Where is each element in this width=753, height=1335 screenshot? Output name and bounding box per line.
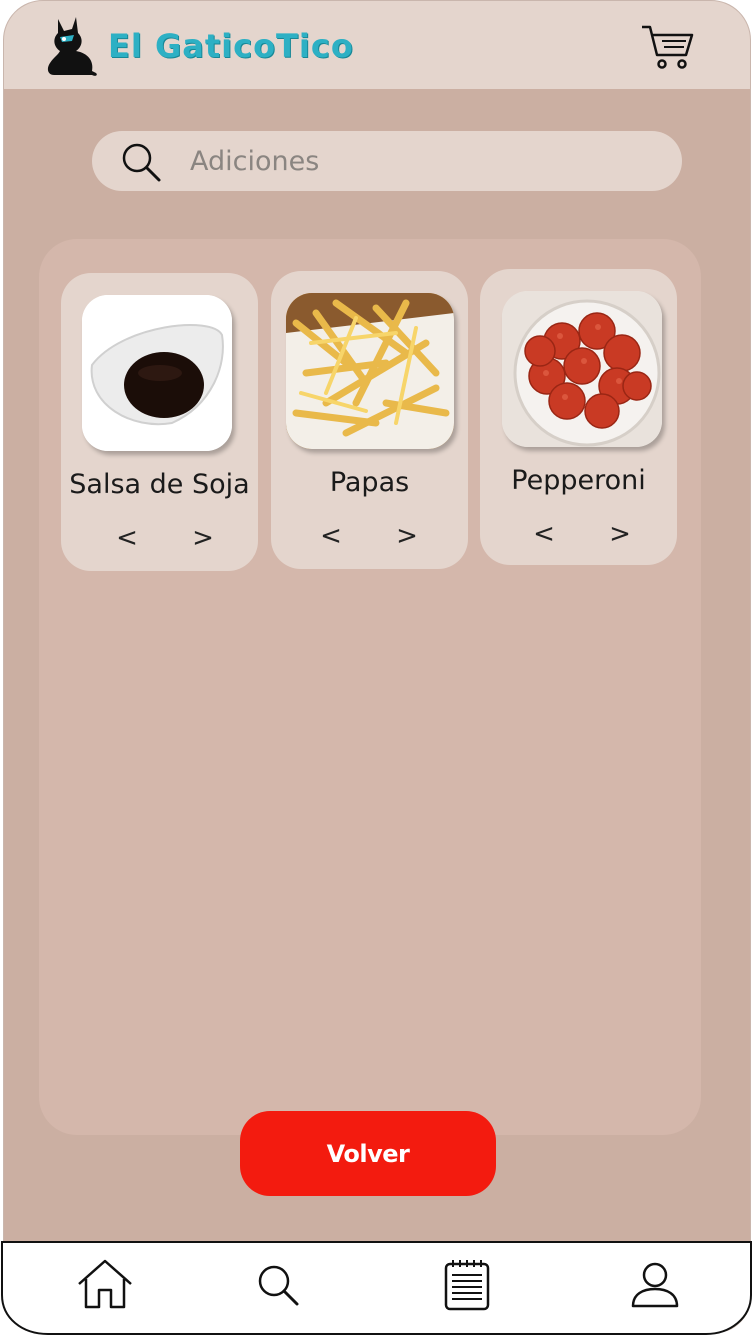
search-icon [258, 1265, 299, 1306]
product-name: Pepperoni [511, 465, 646, 496]
cat-logo-icon [47, 17, 97, 76]
product-card-salsa-de-soja[interactable]: Salsa de Soja < > [61, 273, 258, 571]
brand-logo[interactable]: El GaticoTico [44, 15, 354, 77]
product-card-pepperoni[interactable]: Pepperoni < > [480, 269, 677, 565]
back-button[interactable]: Volver [240, 1111, 496, 1196]
decrease-button[interactable]: < [526, 517, 562, 551]
products-panel: Salsa de Soja < > Papas < > Pepperoni < … [39, 239, 701, 1135]
app-header: El GaticoTico [4, 1, 750, 89]
decrease-button[interactable]: < [109, 521, 145, 555]
home-icon [78, 1259, 132, 1309]
product-card-papas[interactable]: Papas < > [271, 271, 468, 569]
user-icon [631, 1262, 679, 1308]
cart-icon[interactable] [640, 23, 696, 71]
decrease-button[interactable]: < [313, 519, 349, 553]
nav-profile[interactable] [628, 1260, 688, 1316]
phone-frame: El GaticoTico Salsa [3, 0, 751, 1333]
fries-image [286, 293, 454, 449]
increase-button[interactable]: > [389, 519, 425, 553]
increase-button[interactable]: > [602, 517, 638, 551]
soy-sauce-image [82, 295, 232, 451]
pepperoni-image [502, 291, 662, 447]
product-name: Salsa de Soja [69, 469, 250, 500]
brand-name: El GaticoTico [108, 27, 354, 65]
product-name: Papas [329, 467, 410, 498]
nav-search[interactable] [255, 1262, 315, 1318]
search-bar[interactable] [92, 131, 682, 191]
notepad-icon [444, 1260, 490, 1311]
search-icon [122, 143, 161, 182]
nav-home[interactable] [75, 1258, 135, 1314]
search-input[interactable] [190, 141, 650, 181]
nav-orders[interactable] [440, 1258, 500, 1314]
increase-button[interactable]: > [185, 521, 221, 555]
